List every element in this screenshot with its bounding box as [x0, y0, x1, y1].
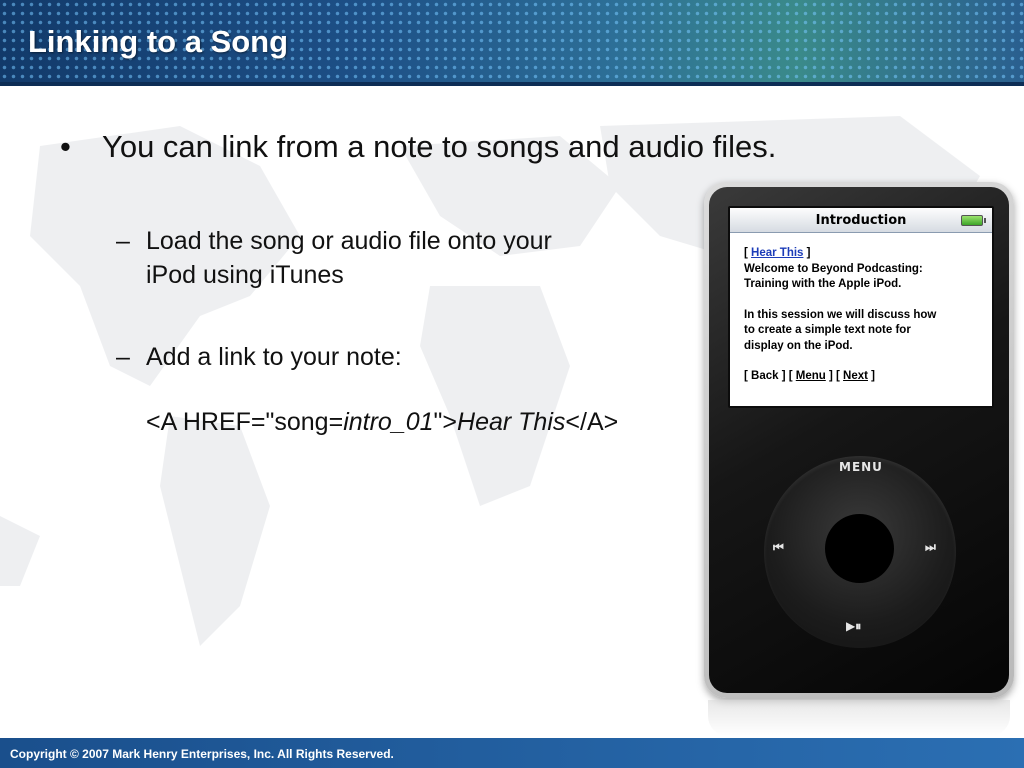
welcome-line2: Training with the Apple iPod. [744, 278, 902, 290]
sub-bullet-dash: – [116, 227, 130, 255]
note-nav-line: [ Back ] [ Menu ] [ Next ] [744, 369, 984, 385]
note-link-line: [ Hear This ] [744, 246, 984, 262]
sub-bullet-load-text: Load the song or audio file onto your iP… [146, 224, 552, 292]
next-icon[interactable]: ⏭ [925, 540, 936, 555]
ipod-screen-title: Introduction [815, 213, 907, 228]
bracket-close: ] [803, 247, 811, 259]
code-link-text: Hear This [457, 408, 566, 436]
menu-link[interactable]: Menu [796, 370, 826, 382]
welcome-line1: Welcome to Beyond Podcasting: [744, 262, 923, 275]
nav-separator: ] [ [825, 370, 844, 382]
ipod-screen: Introduction [ Hear This ] Welcome to Be… [728, 206, 994, 408]
ipod-reflection [708, 700, 1010, 736]
sub-bullet-load-line2: iPod using iTunes [146, 261, 344, 289]
ipod-note-content: [ Hear This ] Welcome to Beyond Podcasti… [744, 246, 984, 385]
para-line3: display on the iPod. [744, 339, 853, 352]
bullet-main-text: You can link from a note to songs and au… [102, 129, 777, 164]
sub-bullet-add-link-text: Add a link to your note: [146, 343, 402, 371]
battery-icon [961, 215, 986, 226]
sub-bullet-dash: – [116, 343, 130, 371]
ipod-screen-titlebar: Introduction [730, 208, 992, 233]
bracket-open: [ [744, 247, 752, 259]
wheel-menu-label[interactable]: MENU [839, 460, 883, 474]
bullet-dot: • [60, 129, 71, 164]
para-line2: to create a simple text note for [744, 324, 911, 336]
sub-bullet-load-line1: Load the song or audio file onto your [146, 227, 552, 255]
code-song-id: intro_01 [343, 408, 434, 436]
hear-this-link[interactable]: Hear This [751, 247, 803, 259]
nav-end: ] [867, 370, 876, 382]
code-part1: <A HREF="song= [146, 408, 344, 436]
copyright-text: Copyright © 2007 Mark Henry Enterprises,… [10, 747, 394, 761]
note-paragraph: In this session we will discuss how to c… [744, 308, 984, 355]
footer-bar: Copyright © 2007 Mark Henry Enterprises,… [0, 738, 1024, 768]
note-welcome: Welcome to Beyond Podcasting: Training w… [744, 262, 984, 293]
previous-icon[interactable]: ⏮ [773, 540, 784, 555]
next-link[interactable]: Next [843, 370, 868, 382]
code-part3: </A> [565, 408, 619, 436]
code-example: <A HREF="song=intro_01">Hear This</A> [146, 408, 618, 437]
back-link[interactable]: [ Back ] [ [744, 370, 796, 382]
center-select-button[interactable] [825, 514, 894, 583]
play-pause-icon[interactable]: ▶⏸ [846, 619, 861, 634]
para-line1: In this session we will discuss how [744, 308, 937, 321]
slide-title: Linking to a Song [28, 24, 289, 59]
code-part2: "> [433, 408, 458, 436]
